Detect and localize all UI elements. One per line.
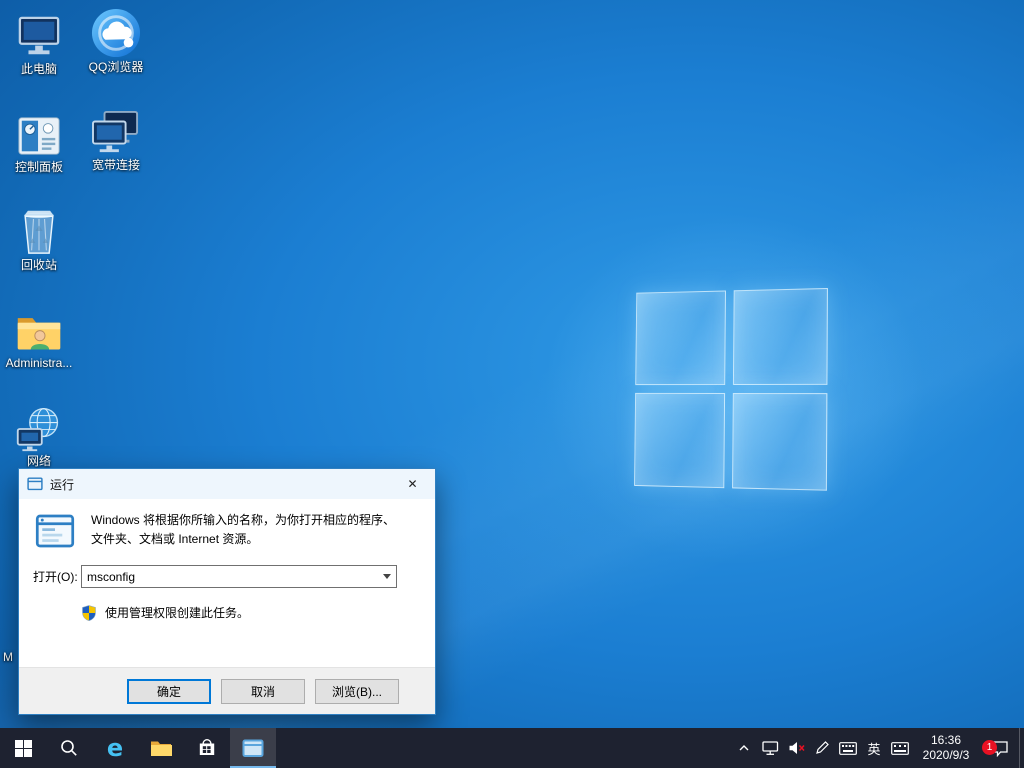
logo-pane	[732, 393, 828, 491]
run-program-icon	[35, 514, 75, 548]
show-desktop-button[interactable]	[1019, 728, 1024, 768]
taskbar-store-button[interactable]	[184, 728, 230, 768]
control-panel-icon	[1, 106, 77, 158]
cancel-button[interactable]: 取消	[221, 678, 305, 704]
system-tray: 英 16:36 2020/9/3 1	[731, 728, 1024, 768]
desktop-icon-label: 回收站	[20, 258, 57, 272]
desktop-icon-label: Administra...	[5, 356, 73, 370]
dialog-button-strip: 确定 取消 浏览(B)...	[19, 667, 435, 714]
run-dialog-titlebar[interactable]: 运行 ✕	[19, 469, 435, 499]
desktop-icon-label: 宽带连接	[91, 158, 140, 172]
desktop-icon-label: 此电脑	[20, 62, 57, 76]
clock-date: 2020/9/3	[922, 748, 970, 762]
desktop-icon-label: 网络	[26, 454, 51, 468]
broadband-icon	[78, 104, 154, 156]
desktop-icon-broadband[interactable]: 宽带连接	[78, 104, 154, 173]
taskbar: e 英 16:36 2020/9/3 1	[0, 728, 1024, 768]
start-button[interactable]	[0, 728, 46, 768]
desktop-icon-this-pc[interactable]: 此电脑	[1, 8, 77, 77]
logo-pane	[732, 287, 828, 385]
clock-time: 16:36	[930, 733, 962, 747]
logo-pane	[634, 392, 726, 489]
taskbar-clock[interactable]: 16:36 2020/9/3	[913, 728, 979, 768]
logo-pane	[635, 290, 726, 386]
run-command-combobox[interactable]	[81, 565, 397, 588]
edge-icon: e	[106, 734, 124, 762]
run-dialog-description: Windows 将根据你所输入的名称，为你打开相应的程序、文件夹、文档或 Int…	[91, 513, 396, 546]
open-label: 打开(O):	[33, 570, 78, 584]
desktop-icon-control-panel[interactable]: 控制面板	[1, 106, 77, 175]
ime-language-indicator[interactable]: 英	[861, 728, 887, 768]
ok-button[interactable]: 确定	[127, 678, 211, 704]
desktop-icon-label: QQ浏览器	[88, 60, 144, 74]
user-folder-icon	[1, 302, 77, 354]
taskbar-edge-button[interactable]: e	[92, 728, 138, 768]
uac-shield-icon	[82, 604, 96, 621]
browse-button[interactable]: 浏览(B)...	[315, 678, 399, 704]
desktop-icon-admin-folder[interactable]: Administra...	[1, 302, 77, 371]
network-status-icon[interactable]	[757, 728, 783, 768]
desktop-icon-network[interactable]: 网络	[1, 400, 77, 469]
windows-logo-wallpaper	[634, 287, 828, 491]
run-command-input[interactable]	[82, 566, 378, 587]
notification-badge: 1	[982, 740, 997, 755]
dialog-title: 运行	[50, 477, 75, 492]
chevron-down-icon[interactable]	[378, 566, 396, 587]
run-window-icon	[242, 739, 264, 757]
action-center-button[interactable]: 1	[979, 728, 1019, 768]
windows-start-icon	[14, 739, 32, 757]
microsoft-store-icon	[199, 739, 215, 755]
this-pc-icon	[1, 8, 77, 60]
run-dialog: 运行 ✕ Windows 将根据你所输入的名称，为你打开相应的程序、文件夹、文档…	[18, 468, 436, 715]
taskbar-run-dialog-button[interactable]	[230, 728, 276, 768]
search-icon	[61, 740, 77, 756]
taskbar-search-button[interactable]	[46, 728, 92, 768]
qq-browser-icon	[78, 6, 154, 58]
touch-keyboard-icon[interactable]	[887, 728, 913, 768]
network-icon	[1, 400, 77, 452]
file-explorer-icon	[151, 741, 172, 756]
recycle-bin-icon	[1, 204, 77, 256]
desktop-icon-label: 控制面板	[14, 160, 63, 174]
tray-chevron-up-icon[interactable]	[731, 728, 757, 768]
admin-note: 使用管理权限创建此任务。	[105, 606, 250, 620]
desktop-icon-qq-browser[interactable]: QQ浏览器	[78, 6, 154, 75]
pen-ink-icon[interactable]	[809, 728, 835, 768]
keyboard-icon[interactable]	[835, 728, 861, 768]
close-icon[interactable]: ✕	[390, 469, 435, 499]
volume-muted-icon[interactable]	[783, 728, 809, 768]
taskbar-explorer-button[interactable]	[138, 728, 184, 768]
run-window-icon	[27, 477, 43, 491]
desktop-icon-recycle-bin[interactable]: 回收站	[1, 204, 77, 273]
